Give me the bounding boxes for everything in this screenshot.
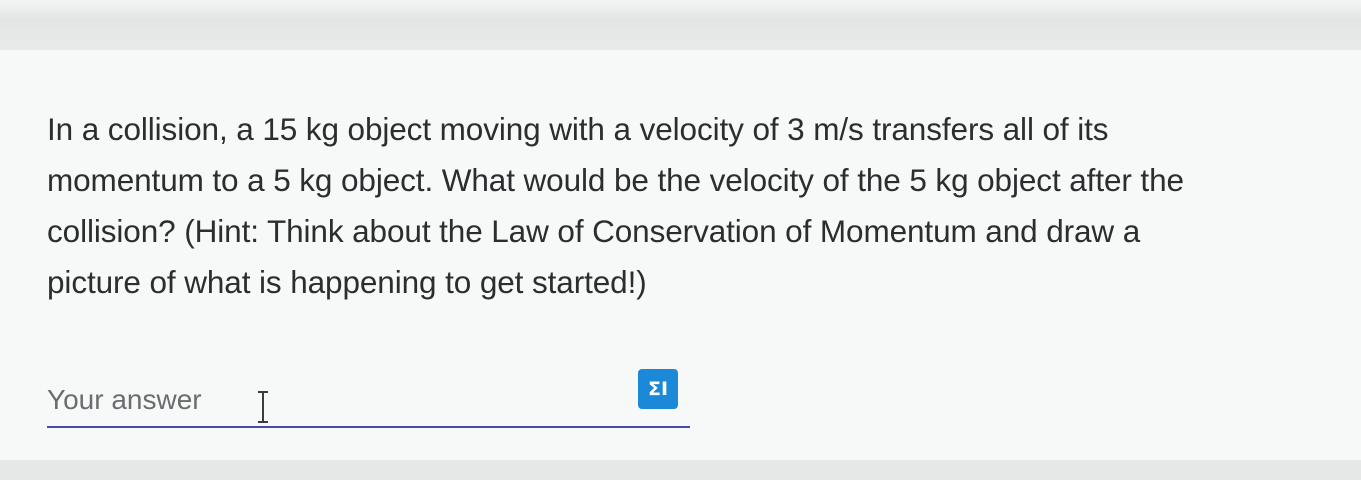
question-line-3: collision? (Hint: Think about the Law of… — [47, 213, 1141, 249]
text-cursor-icon — [258, 391, 268, 423]
question-line-1: In a collision, a 15 kg object moving wi… — [47, 111, 1109, 147]
bottom-strip — [0, 460, 1361, 480]
answer-field[interactable]: ΣI — [47, 369, 690, 428]
top-strip — [0, 0, 1361, 50]
equation-button[interactable]: ΣI — [638, 369, 678, 409]
sigma-icon: ΣI — [647, 378, 669, 400]
question-line-2: momentum to a 5 kg object. What would be… — [47, 162, 1184, 198]
question-text: In a collision, a 15 kg object moving wi… — [47, 104, 1337, 308]
question-line-4: picture of what is happening to get star… — [47, 264, 647, 300]
answer-input[interactable] — [47, 380, 607, 420]
